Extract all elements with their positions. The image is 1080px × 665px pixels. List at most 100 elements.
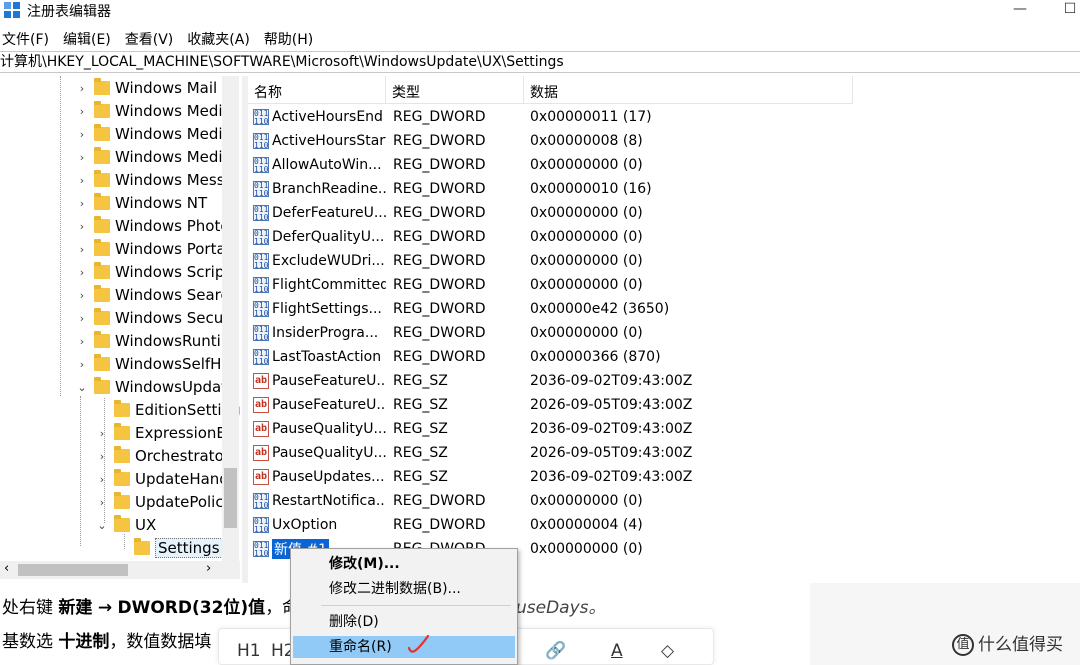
cell-name: 011 110 FlightSettings... <box>248 301 386 317</box>
reg-binary-icon: 011 110 <box>253 517 269 533</box>
tree-node[interactable]: › UpdateHand <box>96 468 229 490</box>
chevron-right-icon[interactable]: › <box>76 105 88 118</box>
chevron-right-icon[interactable]: › <box>76 220 88 233</box>
menu-help[interactable]: 帮助(H) <box>262 26 321 48</box>
tree-node[interactable]: › Windows Securi <box>76 307 234 329</box>
tree-node[interactable]: › Windows Mail <box>76 77 217 99</box>
table-row[interactable]: 011 110 FlightCommitted REG_DWORD 0x0000000… <box>248 273 1080 297</box>
chevron-right-icon[interactable]: › <box>76 266 88 279</box>
tree-node[interactable]: › UpdatePolicy <box>96 491 232 513</box>
tree-node[interactable]: › Windows Portal <box>76 238 230 260</box>
table-row[interactable]: 011 110 FlightSettings... REG_DWORD 0x00000… <box>248 297 1080 321</box>
tree-node[interactable]: EditionSetting <box>96 399 241 421</box>
table-row[interactable]: ab PauseFeatureU... REG_SZ 2026-09-05T09:43… <box>248 393 1080 417</box>
ctx-modify[interactable]: 修改(M)... <box>293 553 515 575</box>
chevron-right-icon[interactable]: › <box>76 243 88 256</box>
doc-line-2: 基数选 十进制，数值数据填 <box>2 627 211 652</box>
folder-icon <box>94 170 110 187</box>
value-type: REG_DWORD <box>393 493 486 509</box>
tree-node[interactable]: › WindowsSelfHo <box>76 353 231 375</box>
tree-node[interactable]: › WindowsRuntim <box>76 330 235 352</box>
table-row[interactable]: ab PauseQualityU... REG_SZ 2036-09-02T09:43… <box>248 417 1080 441</box>
tree-node[interactable]: › Windows Media <box>76 146 232 168</box>
table-row[interactable]: 011 110 BranchReadine... REG_DWORD 0x000000… <box>248 177 1080 201</box>
tree-scroll-thumb[interactable] <box>224 468 237 528</box>
table-row[interactable]: 011 110 AllowAutoWin... REG_DWORD 0x0000000… <box>248 153 1080 177</box>
scroll-right-arrow-icon[interactable]: › <box>206 561 211 576</box>
tree-hscroll-thumb[interactable] <box>18 564 128 576</box>
chevron-right-icon[interactable]: › <box>76 358 88 371</box>
value-data: 0x00000000 (0) <box>530 277 643 293</box>
menu-favorites[interactable]: 收藏夹(A) <box>185 26 258 48</box>
tree-node[interactable]: › Windows Script <box>76 261 230 283</box>
scroll-left-arrow-icon[interactable]: ‹ <box>4 561 9 576</box>
tree-node[interactable]: ⌄ WindowsUpdate <box>76 376 236 398</box>
tree-node[interactable]: › Windows Photo <box>76 215 230 237</box>
ctx-delete[interactable]: 删除(D) <box>293 611 515 633</box>
table-row[interactable]: 011 110 ExcludeWUDri... REG_DWORD 0x0000000… <box>248 249 1080 273</box>
chevron-right-icon[interactable]: › <box>96 427 108 440</box>
tree-node[interactable]: › Windows Searcl <box>76 284 233 306</box>
column-header-name[interactable]: 名称 <box>248 76 386 104</box>
chevron-right-icon[interactable]: › <box>76 128 88 141</box>
cell-name: 011 110 DeferFeatureU... <box>248 205 386 221</box>
chevron-right-icon[interactable]: › <box>76 151 88 164</box>
value-data: 0x00000004 (4) <box>530 517 643 533</box>
table-row[interactable]: 011 110 ActiveHoursStart REG_DWORD 0x000000… <box>248 129 1080 153</box>
address-bar[interactable]: 计算机\HKEY_LOCAL_MACHINE\SOFTWARE\Microsof… <box>0 51 1080 73</box>
tree-node[interactable]: › Windows Media <box>76 123 232 145</box>
ctx-modify-binary[interactable]: 修改二进制数据(B)... <box>293 578 515 600</box>
tree-node[interactable]: › Windows Messa <box>76 169 234 191</box>
tree-node[interactable]: › Windows NT <box>76 192 207 214</box>
column-header-data[interactable]: 数据 <box>524 76 853 104</box>
maximize-button[interactable]: ☐ <box>1050 0 1080 20</box>
chevron-right-icon[interactable]: › <box>76 82 88 95</box>
heading1-button[interactable]: H1 <box>237 641 261 661</box>
doc-bold-dword: DWORD(32位)值 <box>117 598 266 618</box>
chevron-right-icon[interactable]: › <box>76 197 88 210</box>
menu-file[interactable]: 文件(F) <box>0 26 57 48</box>
column-header-type[interactable]: 类型 <box>386 76 524 104</box>
table-row[interactable]: 011 110 DeferQualityU... REG_DWORD 0x000000… <box>248 225 1080 249</box>
chevron-right-icon[interactable]: › <box>96 496 108 509</box>
reg-binary-icon: 011 110 <box>253 325 269 341</box>
text-color-icon[interactable]: A <box>611 641 623 661</box>
cell-name: 011 110 ExcludeWUDri... <box>248 253 386 269</box>
table-row[interactable]: 011 110 DeferFeatureU... REG_DWORD 0x000000… <box>248 201 1080 225</box>
chevron-right-icon[interactable]: › <box>96 450 108 463</box>
cell-name: ab PauseQualityU... <box>248 445 386 461</box>
cell-name: 011 110 FlightCommitted <box>248 277 386 293</box>
tree-node[interactable]: ⌄ UX <box>96 514 156 536</box>
minimize-button[interactable]: — <box>1000 0 1040 20</box>
table-row[interactable]: 011 110 ActiveHoursEnd REG_DWORD 0x00000011… <box>248 105 1080 129</box>
highlight-icon[interactable]: ◇ <box>661 641 674 661</box>
table-row[interactable]: ab PauseFeatureU... REG_SZ 2036-09-02T09:43… <box>248 369 1080 393</box>
chevron-right-icon[interactable]: › <box>76 335 88 348</box>
reg-binary-icon: 011 110 <box>253 205 269 221</box>
table-row[interactable]: ab PauseQualityU... REG_SZ 2026-09-05T09:43… <box>248 441 1080 465</box>
table-row[interactable]: 011 110 LastToastAction REG_DWORD 0x0000036… <box>248 345 1080 369</box>
cell-name: ab PauseQualityU... <box>248 421 386 437</box>
link-icon[interactable]: 🔗 <box>545 641 566 661</box>
tree-node[interactable]: Settings <box>116 537 223 559</box>
tree-node[interactable]: › Orchestrator <box>96 445 230 467</box>
chevron-right-icon[interactable]: › <box>76 289 88 302</box>
menu-view[interactable]: 查看(V) <box>123 26 182 48</box>
value-data: 2026-09-05T09:43:00Z <box>530 445 693 461</box>
chevron-right-icon[interactable]: › <box>96 473 108 486</box>
chevron-down-icon[interactable]: ⌄ <box>96 519 108 532</box>
table-row[interactable]: 011 110 InsiderProgra... REG_DWORD 0x000000… <box>248 321 1080 345</box>
table-row[interactable]: 011 110 UxOption REG_DWORD 0x00000004 (4) <box>248 513 1080 537</box>
table-row[interactable]: ab PauseUpdates... REG_SZ 2036-09-02T09:43:… <box>248 465 1080 489</box>
chevron-right-icon[interactable]: › <box>76 312 88 325</box>
chevron-right-icon[interactable]: › <box>76 174 88 187</box>
chevron-down-icon[interactable]: ⌄ <box>76 381 88 394</box>
table-row[interactable]: 011 110 RestartNotifica... REG_DWORD 0x0000… <box>248 489 1080 513</box>
tree-node[interactable]: › ExpressionEv <box>96 422 235 444</box>
value-data: 0x00000366 (870) <box>530 349 661 365</box>
menu-edit[interactable]: 编辑(E) <box>61 26 119 48</box>
doc-text: ，数值数据填 <box>109 632 212 652</box>
tree-node[interactable]: › Windows Media <box>76 100 232 122</box>
ctx-rename[interactable]: 重命名(R) <box>293 636 515 658</box>
value-type: REG_DWORD <box>393 157 486 173</box>
